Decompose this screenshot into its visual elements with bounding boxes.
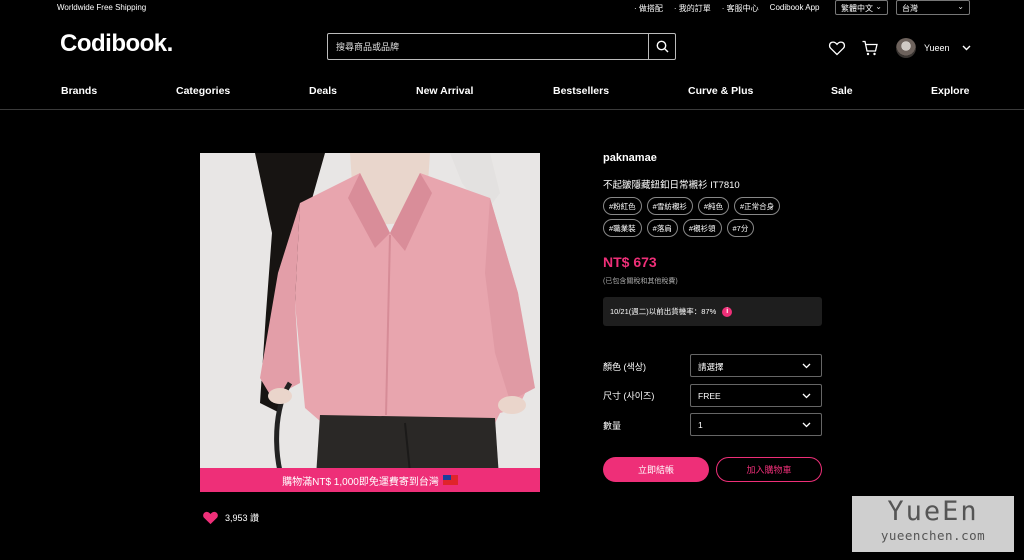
chevron-down-icon bbox=[802, 363, 811, 369]
product-image[interactable]: 購物滿NT$ 1,000即免運費寄到台灣 bbox=[200, 153, 540, 492]
link-outfits[interactable]: · 做搭配 bbox=[634, 3, 663, 14]
quantity-label: 數量 bbox=[603, 421, 622, 431]
watermark-url: yueenchen.com bbox=[880, 528, 986, 543]
color-select[interactable]: 請選擇 bbox=[690, 354, 822, 377]
nav-deals[interactable]: Deals bbox=[309, 85, 337, 97]
top-links: · 做搭配 · 我的訂單 · 客服中心 Codibook App bbox=[634, 3, 831, 14]
tag-chip[interactable]: #雪紡襯衫 bbox=[646, 197, 693, 215]
size-label: 尺寸 (사이즈) bbox=[603, 391, 655, 401]
heart-filled-icon bbox=[203, 511, 218, 525]
nav-new-arrival[interactable]: New Arrival bbox=[416, 85, 473, 97]
chevron-down-icon: ⌄ bbox=[957, 2, 964, 11]
search-icon bbox=[656, 40, 668, 53]
tag-chip[interactable]: #純色 bbox=[697, 197, 730, 215]
search-box bbox=[327, 33, 676, 60]
language-select[interactable]: 繁體中文 ⌄ bbox=[835, 0, 888, 15]
watermark: YueEn yueenchen.com bbox=[852, 496, 1014, 552]
quantity-select-value: 1 bbox=[698, 420, 703, 430]
link-my-orders[interactable]: · 我的訂單 bbox=[674, 3, 711, 14]
brand-name[interactable]: paknamae bbox=[603, 152, 657, 164]
price: NT$ 673 bbox=[603, 254, 657, 270]
shipping-rate-text: 10/21(週二)以前出貨機率：87% bbox=[610, 307, 717, 316]
chevron-down-icon bbox=[802, 393, 811, 399]
cart-icon[interactable] bbox=[861, 39, 879, 57]
user-name: Yueen bbox=[924, 43, 950, 53]
region-select-value: 台灣 bbox=[902, 4, 918, 13]
nav-sale[interactable]: Sale bbox=[831, 85, 853, 97]
tag-chip[interactable]: #粉紅色 bbox=[603, 197, 642, 215]
watermark-title: YueEn bbox=[887, 496, 979, 527]
heart-icon[interactable] bbox=[828, 39, 846, 57]
tax-note: (已包含關稅和其他稅費) bbox=[603, 278, 678, 285]
chevron-down-icon: ⌄ bbox=[875, 2, 882, 11]
tag-chip[interactable]: #襯衫領 bbox=[682, 219, 722, 237]
header-divider bbox=[0, 109, 1024, 110]
language-select-value: 繁體中文 bbox=[841, 4, 873, 13]
taiwan-flag-icon bbox=[442, 475, 458, 485]
tag-chip[interactable]: #落肩 bbox=[646, 219, 678, 237]
tag-chip[interactable]: #職業裝 bbox=[603, 219, 642, 237]
tag-chip[interactable]: #7分 bbox=[726, 219, 755, 237]
tag-chip[interactable]: #正常合身 bbox=[734, 197, 781, 215]
nav-categories[interactable]: Categories bbox=[176, 85, 230, 97]
chevron-down-icon bbox=[962, 45, 971, 51]
free-shipping-text: Worldwide Free Shipping bbox=[57, 3, 147, 12]
add-to-cart-button[interactable]: 加入購物車 bbox=[716, 457, 822, 482]
tag-list: #粉紅色 #雪紡襯衫 #純色 #正常合身 #職業裝 #落肩 #襯衫領 #7分 bbox=[603, 197, 823, 241]
nav-bestsellers[interactable]: Bestsellers bbox=[553, 85, 609, 97]
link-customer-service[interactable]: · 客服中心 bbox=[722, 3, 759, 14]
product-photo bbox=[200, 153, 540, 492]
like-counter[interactable]: 3,953 讚 bbox=[202, 510, 259, 525]
color-label: 顏色 (색상) bbox=[603, 362, 647, 372]
color-select-value: 請選擇 bbox=[698, 362, 724, 372]
nav-explore[interactable]: Explore bbox=[931, 85, 970, 97]
promo-text: 購物滿NT$ 1,000即免運費寄到台灣 bbox=[282, 476, 439, 488]
info-icon[interactable]: i bbox=[722, 306, 733, 317]
product-name: 不起皺隱藏鈕釦日常襯衫 IT7810 bbox=[603, 180, 740, 191]
chevron-down-icon bbox=[802, 422, 811, 428]
search-input[interactable] bbox=[328, 34, 648, 59]
like-count: 3,953 讚 bbox=[225, 513, 260, 523]
search-button[interactable] bbox=[648, 34, 675, 59]
nav-curve-plus[interactable]: Curve & Plus bbox=[688, 85, 753, 97]
avatar bbox=[896, 38, 916, 58]
region-select[interactable]: 台灣 ⌄ bbox=[896, 0, 970, 15]
promo-banner: 購物滿NT$ 1,000即免運費寄到台灣 bbox=[200, 468, 540, 492]
size-select-value: FREE bbox=[698, 391, 721, 401]
nav-brands[interactable]: Brands bbox=[61, 85, 97, 97]
user-menu[interactable]: Yueen bbox=[896, 38, 971, 58]
shipping-rate-box: 10/21(週二)以前出貨機率：87% i bbox=[603, 297, 822, 326]
site-logo[interactable]: Codibook. bbox=[60, 30, 173, 58]
quantity-select[interactable]: 1 bbox=[690, 413, 822, 436]
top-utility-bar: Worldwide Free Shipping · 做搭配 · 我的訂單 · 客… bbox=[0, 0, 1024, 16]
link-app[interactable]: Codibook App bbox=[770, 3, 820, 14]
size-select[interactable]: FREE bbox=[690, 384, 822, 407]
buy-now-button[interactable]: 立即結帳 bbox=[603, 457, 709, 482]
